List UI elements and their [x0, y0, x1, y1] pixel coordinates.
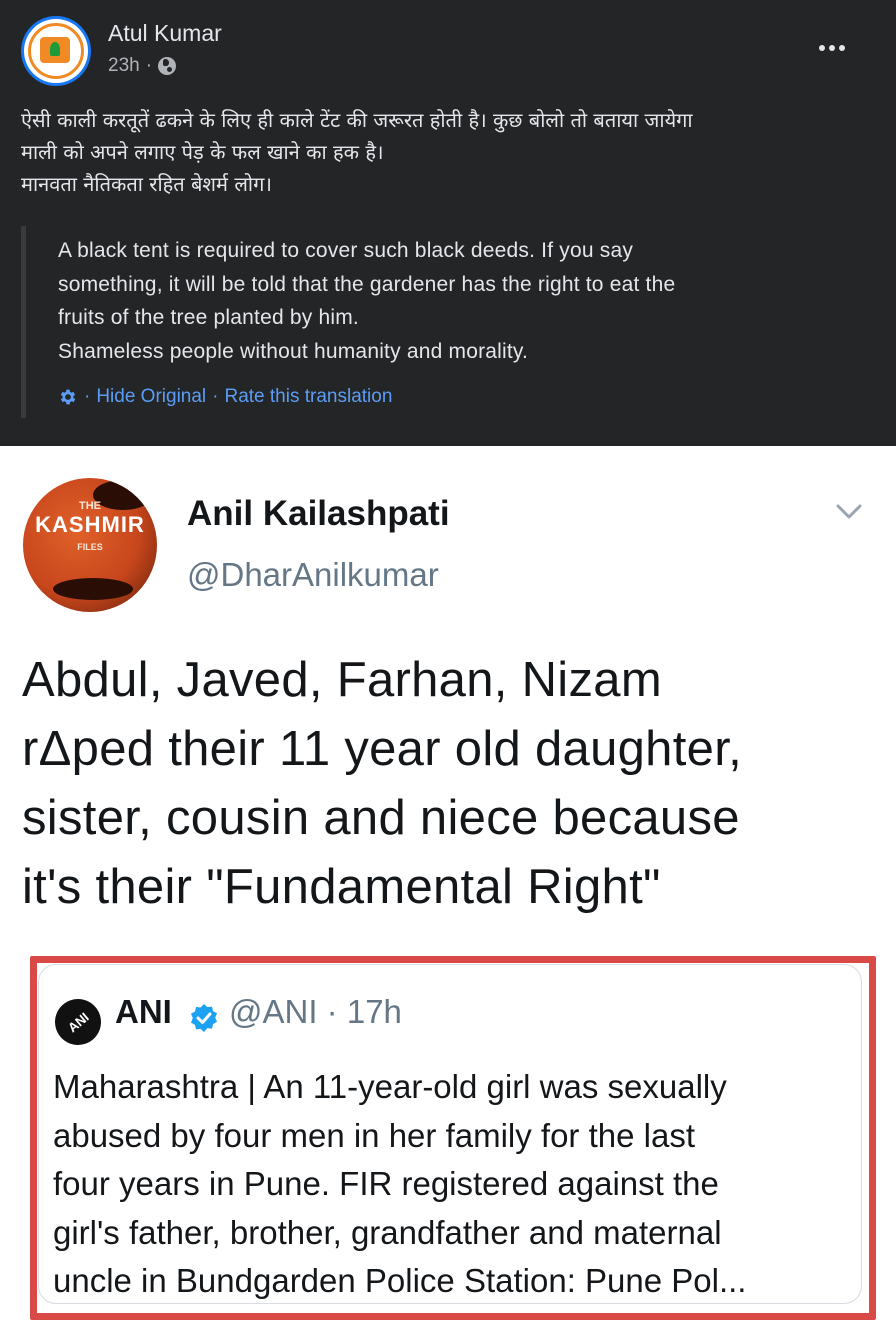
tweet-body-line: rΔped their 11 year old daughter,	[22, 722, 743, 776]
translation-text: A black tent is required to cover such b…	[58, 234, 861, 368]
chevron-down-icon	[836, 504, 862, 519]
avatar-text-the: THE	[79, 500, 101, 512]
rate-translation-link[interactable]: Rate this translation	[224, 386, 392, 408]
hide-original-link[interactable]: Hide Original	[96, 386, 206, 408]
post-text-line: ऐसी काली करतूतें ढकने के लिए ही काले टें…	[21, 108, 693, 132]
avatar-text-files: FILES	[77, 542, 103, 552]
dot-icon	[839, 45, 845, 51]
translation-line: Shameless people without humanity and mo…	[58, 339, 529, 363]
gear-icon[interactable]	[58, 387, 78, 407]
post-text: ऐसी काली करतूतें ढकने के लिए ही काले टें…	[21, 104, 881, 200]
translation-links: · Hide Original · Rate this translation	[58, 386, 861, 408]
facebook-post: Atul Kumar 23h · ऐसी काली करतूतें ढकने क…	[0, 0, 896, 446]
dot-icon	[829, 45, 835, 51]
red-highlight-box	[30, 956, 876, 1320]
more-options-button[interactable]	[812, 30, 852, 66]
tweet-screenshot-image[interactable]: THE KASHMIR FILES Anil Kailashpati @Dhar…	[0, 446, 896, 1340]
translation-line: something, it will be told that the gard…	[58, 272, 676, 296]
author-avatar[interactable]	[21, 16, 91, 86]
tweet-author-name: Anil Kailashpati	[187, 494, 450, 533]
dot-icon	[819, 45, 825, 51]
author-name[interactable]: Atul Kumar	[108, 20, 222, 47]
meta-separator: ·	[145, 55, 153, 76]
translation-line: fruits of the tree planted by him.	[58, 306, 359, 329]
globe-icon	[158, 57, 177, 75]
tweet-author-handle: @DharAnilkumar	[187, 556, 439, 593]
post-meta: 23h ·	[108, 55, 177, 77]
avatar-text-title: KASHMIR	[35, 512, 145, 537]
link-separator: ·	[212, 386, 219, 407]
tweet-body-line: Abdul, Javed, Farhan, Nizam	[22, 653, 662, 707]
tweet-author-avatar: THE KASHMIR FILES	[23, 478, 157, 612]
tweet-body-line: it's their "Fundamental Right"	[22, 860, 661, 914]
translation-block: A black tent is required to cover such b…	[21, 226, 861, 418]
tweet-body: Abdul, Javed, Farhan, Nizam rΔped their …	[22, 646, 882, 922]
link-separator: ·	[84, 386, 91, 407]
post-text-line: मानवता नैतिकता रहित बेशर्म लोग।	[21, 172, 272, 196]
party-logo-image	[24, 19, 88, 83]
post-time[interactable]: 23h	[108, 55, 140, 77]
translation-line: A black tent is required to cover such b…	[58, 239, 634, 262]
post-text-line: माली को अपने लगाए पेड़ के फल खाने का हक …	[21, 140, 384, 164]
tweet-body-line: sister, cousin and niece because	[22, 791, 740, 845]
